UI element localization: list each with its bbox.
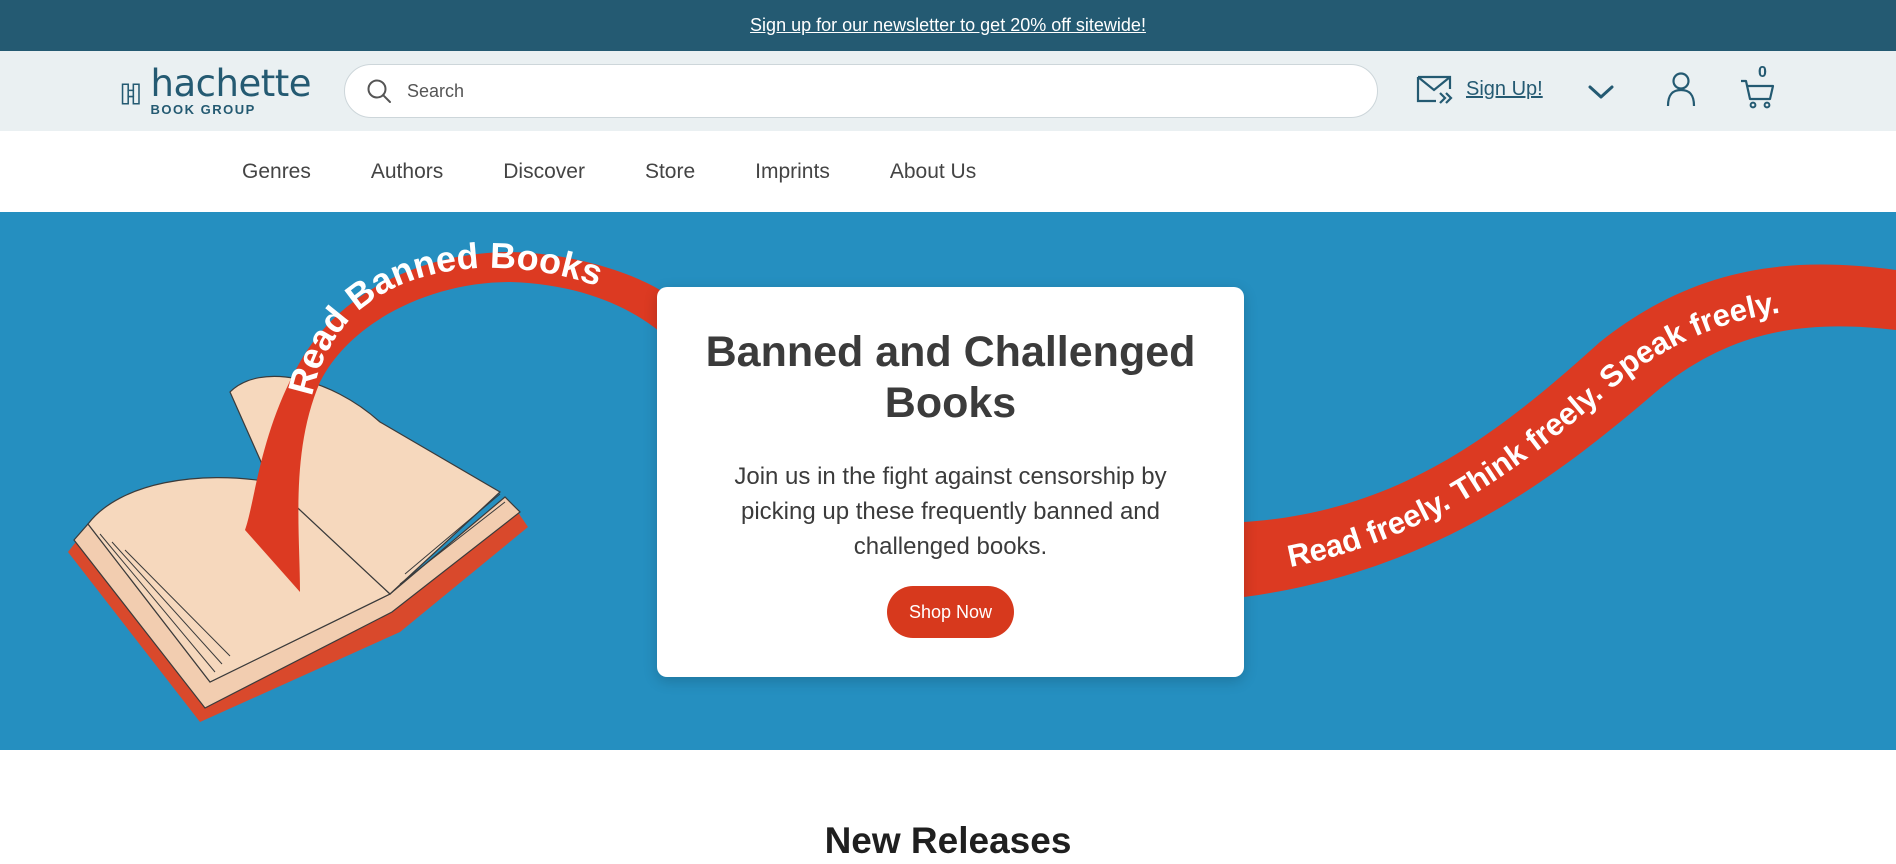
svg-text:Read freely. Think freely. Spe: Read freely. Think freely. Speak freely. [1284, 285, 1781, 574]
search-input[interactable] [407, 80, 1347, 102]
logo-wordmark: hachette [150, 62, 312, 105]
search-bar [344, 64, 1378, 118]
newsletter-signup: Sign Up! [1416, 73, 1543, 105]
nav-item-imprints[interactable]: Imprints [755, 160, 830, 184]
shop-now-button[interactable]: Shop Now [886, 586, 1015, 638]
account-icon[interactable] [1666, 71, 1696, 107]
hachette-logo[interactable]: hachette BOOK GROUP [121, 62, 312, 117]
main-nav: Genres Authors Discover Store Imprints A… [0, 131, 1896, 212]
nav-item-discover[interactable]: Discover [503, 160, 585, 184]
nav-item-about-us[interactable]: About Us [890, 160, 976, 184]
hero-banner: Read Banned Books Read freely. Think fre… [0, 212, 1896, 750]
chevron-down-icon[interactable] [1586, 81, 1616, 103]
hero-card: Banned and Challenged Books Join us in t… [657, 287, 1244, 677]
nav-item-store[interactable]: Store [645, 160, 695, 184]
envelope-icon[interactable] [1416, 73, 1454, 105]
logo-subtitle: BOOK GROUP [150, 102, 256, 117]
section-heading: New Releases [824, 820, 1072, 861]
cart-icon [1741, 79, 1775, 109]
ribbon-right: Read freely. Think freely. Speak freely. [1244, 264, 1896, 597]
newsletter-promo-link[interactable]: Sign up for our newsletter to get 20% of… [750, 15, 1146, 36]
search-icon[interactable] [365, 77, 393, 105]
svg-text:Read Banned Books: Read Banned Books [280, 235, 608, 399]
nav-item-genres[interactable]: Genres [242, 160, 311, 184]
hero-title: Banned and Challenged Books [705, 328, 1196, 427]
site-header: hachette BOOK GROUP Sign Up! 0 [0, 51, 1896, 131]
cart-button[interactable]: 0 [1740, 64, 1780, 110]
promo-bar: Sign up for our newsletter to get 20% of… [0, 0, 1896, 51]
logo-mark-icon [121, 83, 140, 105]
hero-description: Join us in the fight against censorship … [734, 463, 1167, 560]
nav-item-authors[interactable]: Authors [371, 160, 443, 184]
sign-up-link[interactable]: Sign Up! [1466, 78, 1543, 101]
